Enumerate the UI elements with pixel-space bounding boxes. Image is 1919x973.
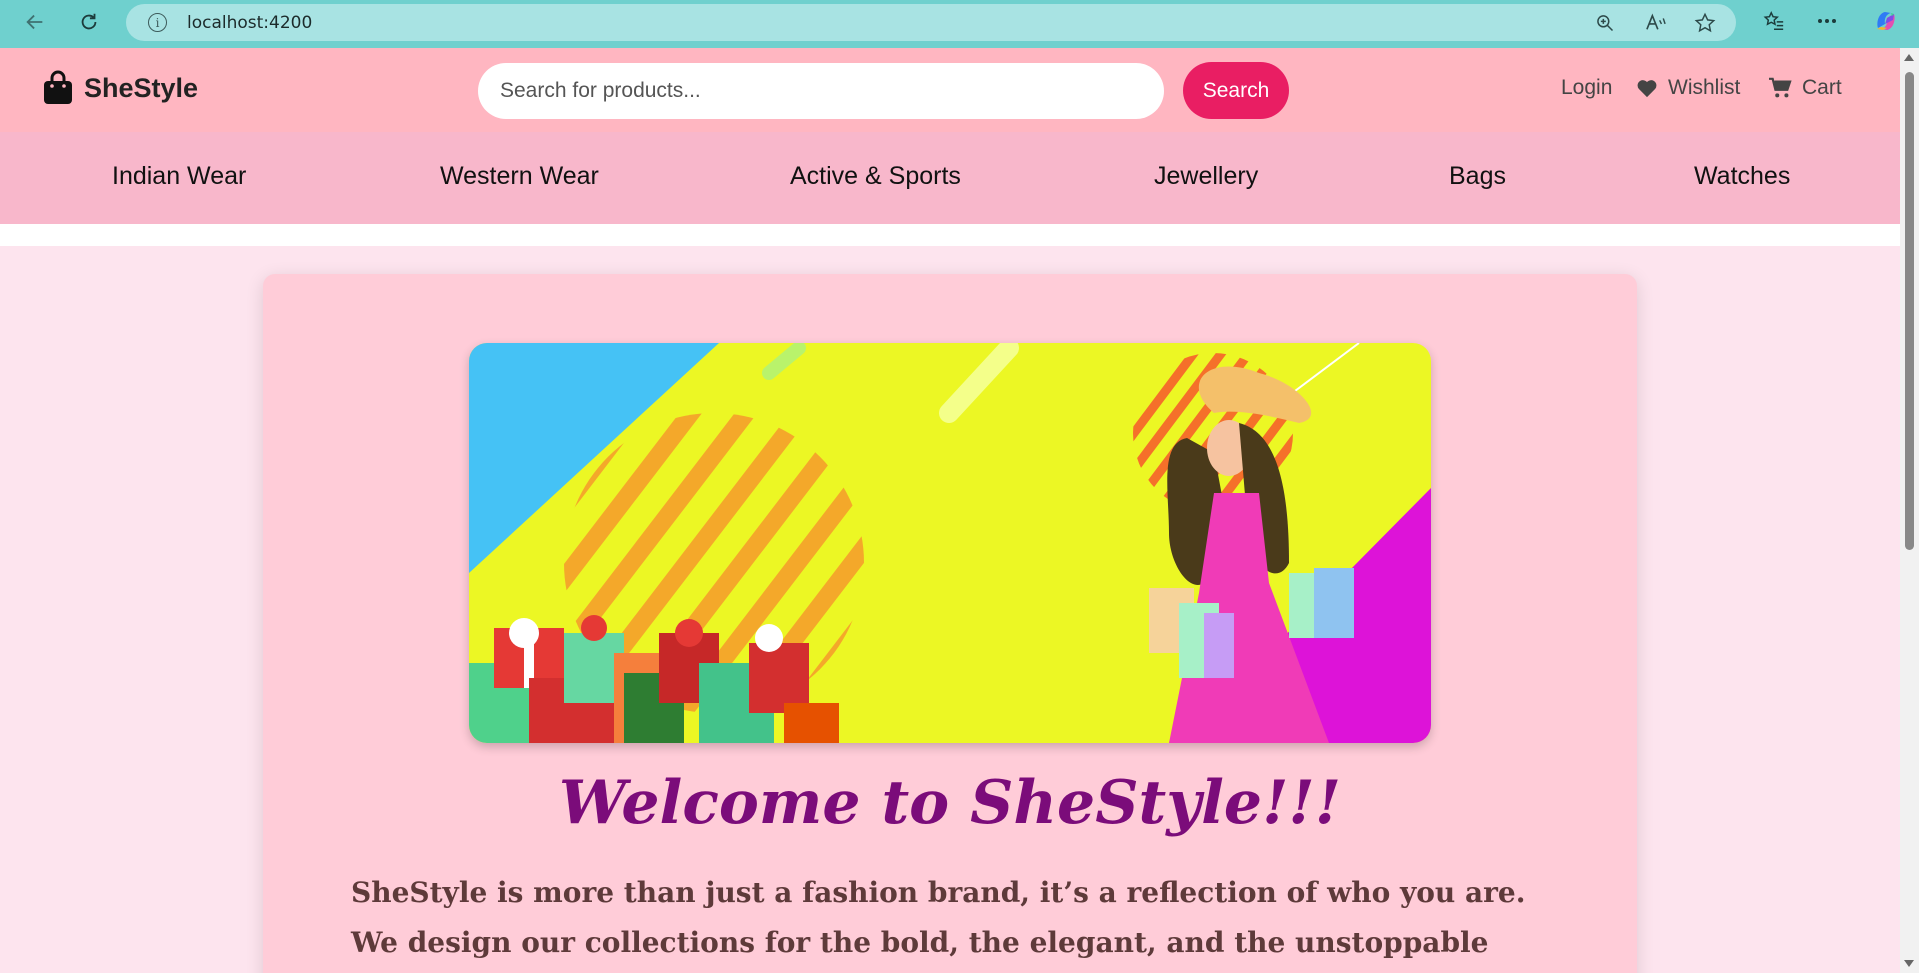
browser-toolbar: i localhost:4200 [0, 0, 1919, 48]
page-scrollbar[interactable] [1900, 48, 1919, 973]
favorite-star-icon[interactable] [1694, 12, 1716, 34]
address-bar[interactable]: i localhost:4200 [126, 4, 1736, 41]
search-button[interactable]: Search [1183, 62, 1289, 119]
wishlist-link[interactable]: Wishlist [1636, 76, 1740, 100]
hero-banner-image [469, 343, 1431, 743]
more-options-icon[interactable] [1814, 8, 1840, 34]
scroll-down-icon[interactable] [1904, 960, 1914, 967]
logo-text: SheStyle [84, 72, 199, 103]
welcome-heading: Welcome to SheStyle!!! [558, 768, 1342, 838]
nav-item-indian-wear[interactable]: Indian Wear [112, 162, 246, 191]
cart-icon [1769, 77, 1792, 98]
shopping-bag-icon [44, 70, 72, 104]
nav-item-active-sports[interactable]: Active & Sports [790, 162, 961, 191]
divider [0, 224, 1900, 246]
cart-label: Cart [1802, 76, 1842, 99]
about-paragraph: SheStyle is more than just a fashion bra… [351, 876, 1526, 959]
zoom-icon[interactable] [1594, 12, 1616, 34]
back-button[interactable] [15, 2, 55, 42]
category-nav: Indian Wear Western Wear Active & Sports… [0, 132, 1900, 224]
scroll-thumb[interactable] [1905, 72, 1914, 550]
nav-item-western-wear[interactable]: Western Wear [440, 162, 599, 191]
url-text[interactable]: localhost:4200 [187, 13, 312, 33]
wishlist-label: Wishlist [1668, 76, 1741, 99]
arrow-left-icon [26, 14, 43, 30]
reload-icon [81, 13, 97, 30]
heart-icon [1637, 80, 1657, 98]
nav-item-jewellery[interactable]: Jewellery [1154, 162, 1258, 191]
scroll-up-icon[interactable] [1904, 54, 1914, 61]
login-link[interactable]: Login [1561, 76, 1612, 100]
cart-link[interactable]: Cart [1768, 76, 1842, 100]
favorites-icon[interactable] [1761, 8, 1787, 34]
search-input[interactable] [478, 63, 1164, 119]
nav-item-bags[interactable]: Bags [1449, 162, 1506, 191]
info-icon[interactable]: i [148, 13, 167, 32]
copilot-icon[interactable] [1873, 8, 1899, 34]
read-aloud-icon[interactable] [1645, 12, 1667, 34]
site-header: SheStyle Search Login Wishlist Cart [0, 48, 1900, 132]
login-label: Login [1561, 76, 1613, 99]
logo[interactable]: SheStyle [42, 70, 198, 106]
reload-button[interactable] [69, 2, 109, 42]
hero-card: Welcome to SheStyle!!! SheStyle is more … [263, 274, 1637, 973]
nav-item-watches[interactable]: Watches [1694, 162, 1790, 191]
